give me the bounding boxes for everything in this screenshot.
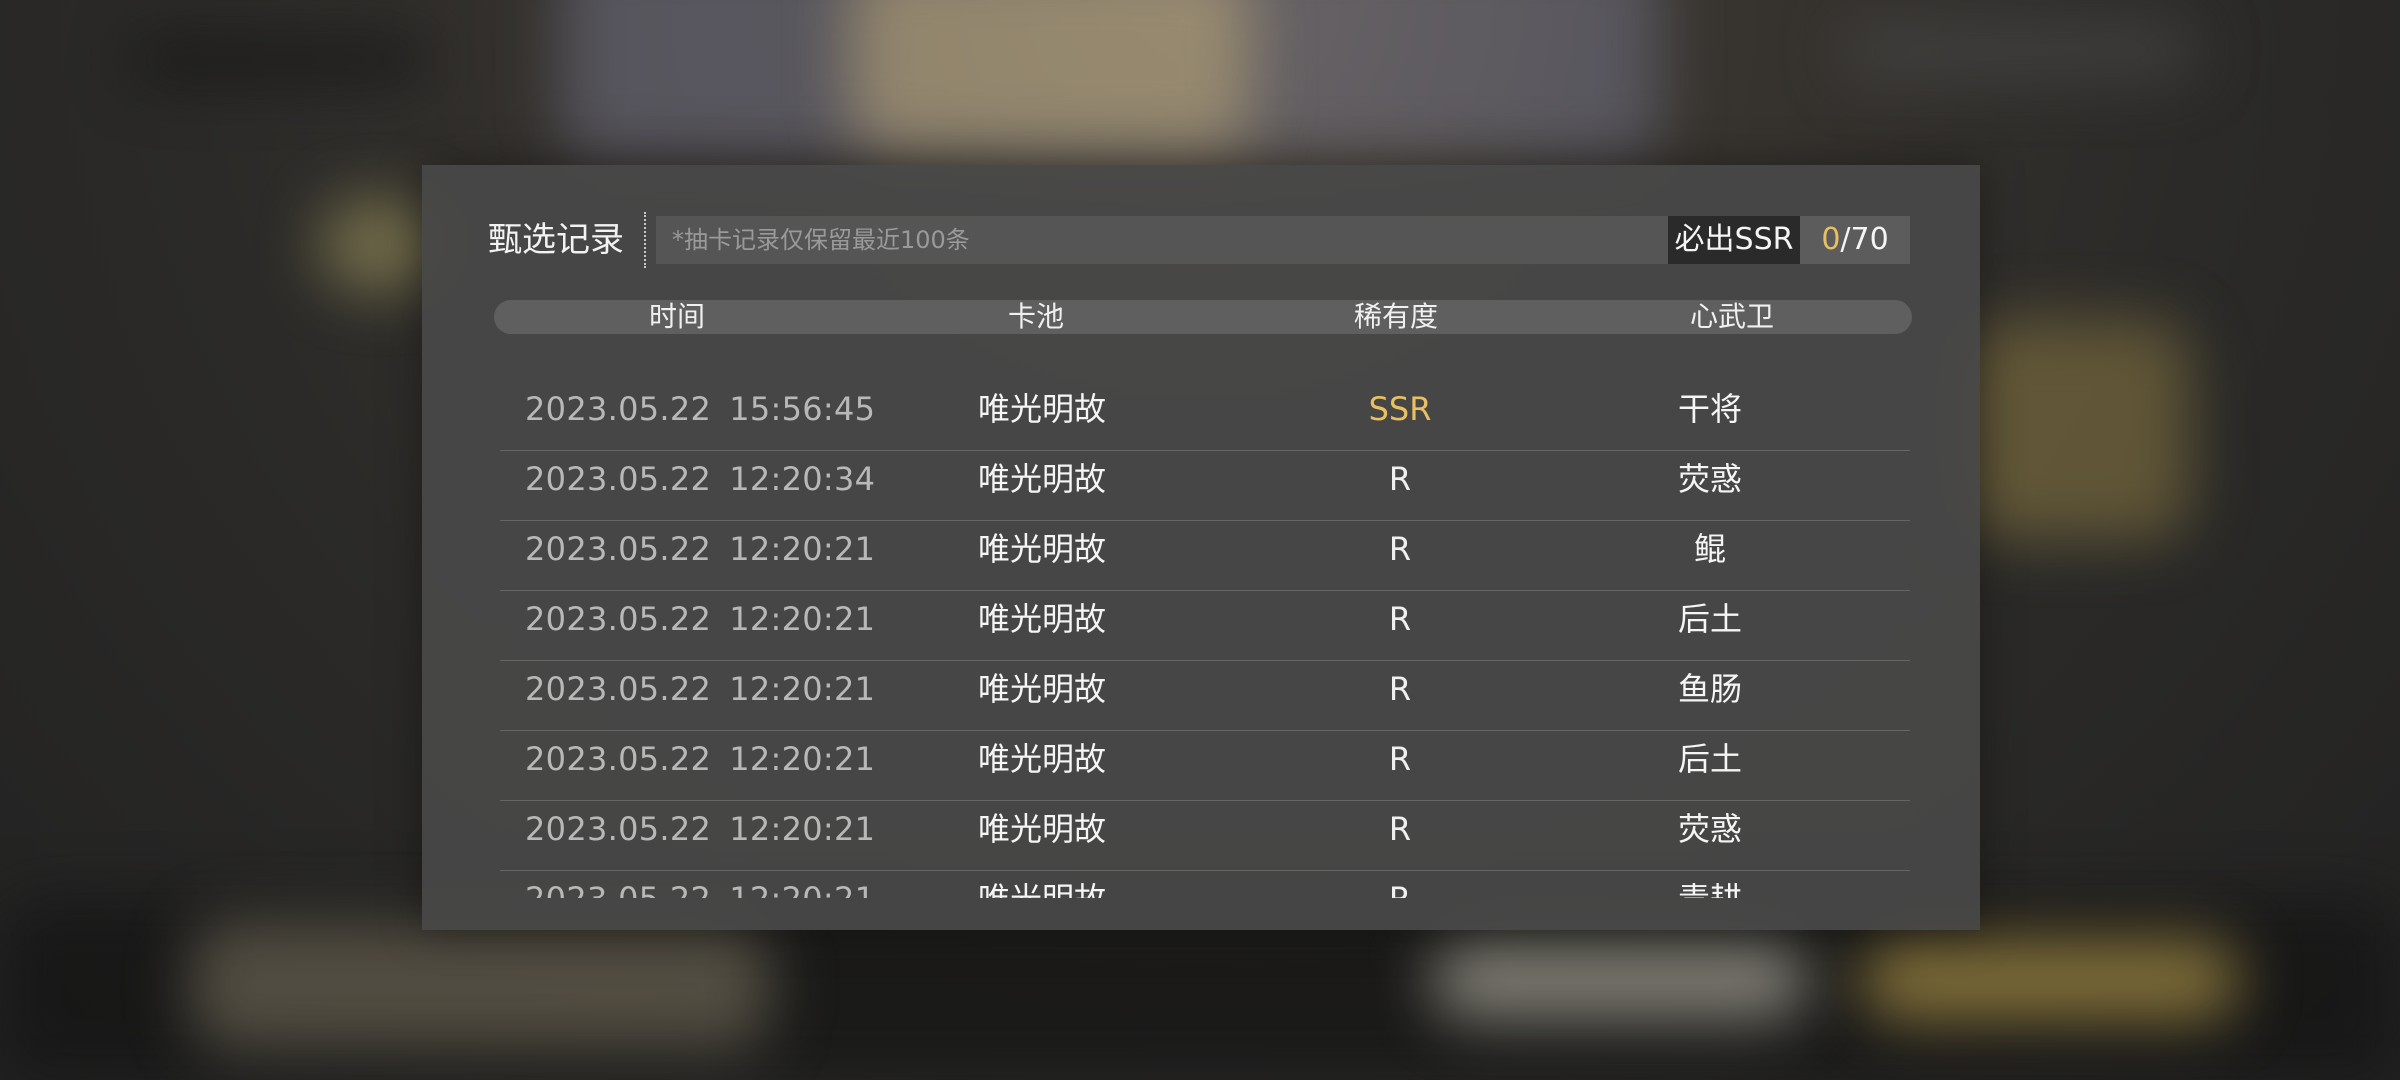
row-character: 后土 xyxy=(1677,600,1742,638)
header-time: 时间 xyxy=(648,300,705,333)
row-pool: 唯光明故 xyxy=(977,390,1106,428)
table-row: 2023.05.2212:20:21 唯光明故 R 青耕 xyxy=(500,870,1910,898)
row-rarity: R xyxy=(1388,460,1412,498)
pity-counter: 0/70 xyxy=(1800,216,1910,264)
row-pool: 唯光明故 xyxy=(977,670,1106,708)
row-character: 鲲 xyxy=(1693,530,1726,568)
row-time: 2023.05.22 12:20:34 xyxy=(525,460,876,498)
row-rarity: R xyxy=(1388,740,1412,778)
header-rarity: 稀有度 xyxy=(1353,300,1438,333)
row-time: 2023.05.22 15:56:45 xyxy=(525,390,876,428)
row-character: 青耕 xyxy=(1660,870,1760,898)
table-row: 2023.05.22 15:56:45 唯光明故 SSR 干将 xyxy=(500,380,1910,451)
row-time: 2023.05.2212:20:21 xyxy=(525,810,876,848)
row-rarity: R xyxy=(1388,600,1412,638)
header-character: 心武卫 xyxy=(1689,300,1774,333)
row-pool: 唯光明故 xyxy=(977,600,1106,638)
dialog-title: 甄选记录 xyxy=(488,220,624,260)
pity-total: /70 xyxy=(1840,222,1889,257)
row-pool: 唯光明故 xyxy=(977,460,1106,498)
row-character: 鱼肠 xyxy=(1677,670,1742,708)
pity-label: 必出SSR xyxy=(1668,216,1800,264)
row-time: 2023.05.2212:20:21 xyxy=(525,530,876,568)
notice-text: *抽卡记录仅保留最近100条 xyxy=(672,226,970,254)
header-pool: 卡池 xyxy=(1007,300,1064,333)
row-character: 后土 xyxy=(1677,740,1742,778)
row-time: 2023.05.2212:20:21 xyxy=(525,670,876,708)
row-character: 荧惑 xyxy=(1677,810,1742,848)
table-header: 时间 卡池 稀有度 心武卫 xyxy=(494,300,1912,334)
history-list[interactable]: 2023.05.22 15:56:45 唯光明故 SSR 干将 2023.05.2… xyxy=(500,380,1910,898)
row-rarity: SSR xyxy=(1368,390,1432,428)
table-row: 2023.05.22 12:20:34 唯光明故 R 荧惑 xyxy=(500,450,1910,521)
row-time: 2023.05.2212:20:21 xyxy=(525,600,876,638)
row-character: 荧惑 xyxy=(1677,460,1742,498)
table-row: 2023.05.22 12:20:21 唯光明故 R 荧惑 xyxy=(500,800,1910,871)
row-pool: 唯光明故 xyxy=(977,740,1106,778)
table-row: 2023.05.22 12:20:21 唯光明故 R 鱼肠 xyxy=(500,660,1910,731)
row-rarity: R xyxy=(1388,670,1412,708)
row-pool: 唯光明故 xyxy=(977,530,1106,568)
row-character: 干将 xyxy=(1677,390,1742,428)
row-pool: 唯光明故 xyxy=(977,870,1107,898)
notice-bar: *抽卡记录仅保留最近100条 xyxy=(656,216,1668,264)
table-row: 2023.05.22 12:20:21 唯光明故 R 后土 xyxy=(500,730,1910,801)
row-time: 2023.05.2212:20:21 xyxy=(525,870,875,898)
row-time: 2023.05.2212:20:21 xyxy=(525,740,876,778)
title-divider xyxy=(644,212,649,268)
pity-current: 0 xyxy=(1821,222,1841,257)
row-rarity: R xyxy=(1300,870,1500,898)
table-row: 2023.05.22 12:20:21 唯光明故 R 鲲 xyxy=(500,520,1910,591)
row-rarity: R xyxy=(1388,530,1412,568)
row-rarity: R xyxy=(1388,810,1412,848)
row-pool: 唯光明故 xyxy=(977,810,1106,848)
table-row: 2023.05.22 12:20:21 唯光明故 R 后土 xyxy=(500,590,1910,661)
